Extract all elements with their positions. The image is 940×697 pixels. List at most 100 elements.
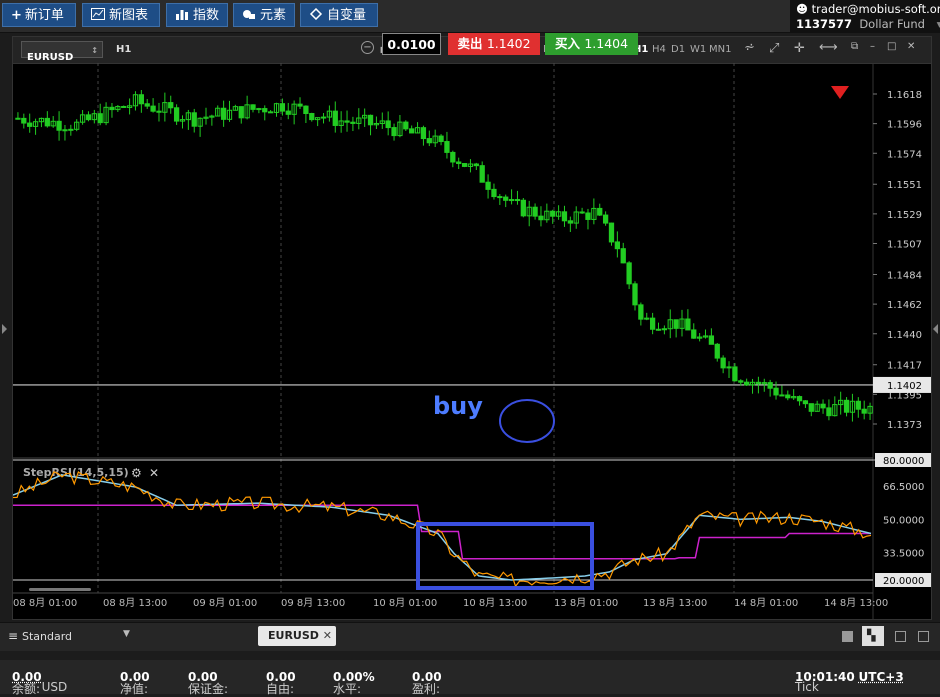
- lot-input[interactable]: 0.0100: [382, 33, 441, 55]
- account-user: ☻ trader@mobius-soft.org: [796, 2, 940, 16]
- candle-body: [351, 122, 355, 123]
- candle-body: [827, 408, 831, 416]
- candle-body: [392, 128, 396, 136]
- timezone[interactable]: UTC+3: [859, 670, 904, 684]
- time-tick-label: 14 8月 01:00: [734, 597, 798, 609]
- variables-button[interactable]: 自变量: [300, 3, 378, 27]
- zoom-out-icon[interactable]: −: [361, 41, 374, 54]
- new-order-label: 新订单: [25, 8, 64, 23]
- sell-button[interactable]: 卖出 1.1402: [448, 33, 540, 55]
- currency: USD: [42, 680, 68, 694]
- time-tick-label: 13 8月 13:00: [643, 597, 707, 609]
- time-tick-label: 13 8月 01:00: [554, 597, 618, 609]
- price-tick-label: 1.1484: [887, 270, 922, 281]
- account-panel[interactable]: ☻ trader@mobius-soft.org 1137577 Dollar …: [790, 0, 940, 32]
- measure-icon[interactable]: ⟷: [819, 40, 838, 55]
- elements-button[interactable]: 元素: [233, 3, 295, 27]
- candle-body: [656, 329, 660, 330]
- layout-select[interactable]: Standard: [22, 630, 72, 643]
- price-tick-label: 1.1507: [887, 240, 922, 251]
- new-chart-label: 新图表: [109, 8, 148, 23]
- candle-body: [733, 367, 737, 381]
- draw-line-icon[interactable]: ⤢: [769, 41, 779, 56]
- current-price-label: 1.1402: [887, 381, 922, 392]
- indicator-list-icon[interactable]: ⩫: [744, 40, 755, 55]
- account-id-row: 1137577 Dollar Fund ▾: [796, 17, 940, 31]
- close-icon[interactable]: ✕: [907, 41, 915, 52]
- candle-body: [821, 404, 825, 408]
- sell-label: 卖出: [457, 36, 482, 51]
- candle-body: [809, 404, 813, 412]
- profit-label: 盈利:: [412, 680, 440, 697]
- level-label: 水平:: [333, 680, 361, 697]
- candle-body: [86, 115, 90, 120]
- indicators-button[interactable]: 指数: [166, 3, 228, 27]
- tab-eurusd[interactable]: EURUSD ✕: [258, 626, 336, 646]
- candle-body: [263, 109, 267, 112]
- candle-body: [321, 117, 325, 118]
- candle-body: [551, 211, 555, 216]
- close-tab-icon[interactable]: ✕: [323, 626, 332, 646]
- chevron-down-icon[interactable]: ▾: [937, 17, 940, 31]
- buy-annotation: buy: [433, 392, 483, 420]
- right-collapse-icon[interactable]: [933, 324, 938, 334]
- candle-body: [16, 118, 20, 119]
- price-tick-label: 1.1574: [887, 149, 922, 160]
- chart-canvas[interactable]: 1.1618 1.1596 1.1574 1.1551 1.1529 1.1507 1.14…: [13, 63, 931, 619]
- tab-timeframe-d1[interactable]: D1: [671, 44, 685, 55]
- candle-body: [462, 164, 466, 167]
- candle-body: [862, 409, 866, 413]
- user-icon: ☻: [796, 2, 808, 16]
- candle-body: [45, 118, 49, 126]
- layout-grid-icon[interactable]: ▚: [862, 626, 884, 646]
- chevron-down-icon[interactable]: ▼: [123, 629, 130, 639]
- alert-marker-icon[interactable]: [831, 86, 849, 99]
- candle-body: [480, 166, 484, 183]
- candle-body: [568, 221, 572, 223]
- candle-body: [421, 128, 425, 139]
- candle-body: [110, 107, 114, 109]
- indicators-label: 指数: [193, 8, 219, 23]
- tab-timeframe-h4[interactable]: H4: [652, 44, 666, 55]
- candle-body: [498, 197, 502, 198]
- layout-rows-icon[interactable]: [918, 631, 929, 642]
- maximize-icon[interactable]: □: [887, 41, 896, 52]
- layout-single-icon[interactable]: [842, 631, 853, 642]
- candle-body: [615, 242, 619, 249]
- left-collapse-icon[interactable]: [2, 324, 7, 334]
- time-tick-label: 10 8月 01:00: [373, 597, 437, 609]
- candle-body: [509, 200, 513, 201]
- candle-body: [122, 106, 126, 107]
- buy-label: 买入: [555, 36, 580, 51]
- candle-body: [445, 142, 449, 153]
- candle-body: [609, 223, 613, 242]
- candle-body: [580, 212, 584, 213]
- candle-body: [515, 200, 519, 201]
- minimize-icon[interactable]: –: [870, 41, 875, 52]
- detach-icon[interactable]: ⧉: [851, 41, 858, 52]
- candle-body: [251, 105, 255, 110]
- crosshair-icon[interactable]: ✛: [794, 41, 805, 56]
- candle-body: [768, 383, 772, 389]
- margin: 保证金: 0.00: [188, 670, 218, 684]
- candle-body: [98, 114, 102, 123]
- indicator-settings-icon[interactable]: ⚙: [131, 466, 142, 480]
- layout-columns-icon[interactable]: [895, 631, 906, 642]
- candle-body: [69, 129, 73, 130]
- buy-button[interactable]: 买入 1.1404: [545, 33, 638, 55]
- candle-body: [451, 152, 455, 162]
- tab-timeframe-mn1[interactable]: MN1: [709, 44, 731, 55]
- new-chart-button[interactable]: 新图表: [82, 3, 160, 27]
- tab-timeframe-w1[interactable]: W1: [690, 44, 706, 55]
- horizontal-scrollbar[interactable]: [29, 588, 91, 591]
- symbol-selector[interactable]: EURUSD ↕: [21, 41, 103, 58]
- candle-body: [621, 249, 625, 263]
- indicator-close-icon[interactable]: ✕: [149, 466, 159, 480]
- new-order-button[interactable]: + 新订单: [2, 3, 76, 27]
- candle-body: [368, 115, 372, 124]
- candle-body: [474, 164, 478, 166]
- menu-icon[interactable]: ≡: [8, 629, 18, 643]
- candle-body: [521, 200, 525, 216]
- rsi-tick-label: 66.5000: [883, 482, 924, 493]
- price-tick-label: 1.1596: [887, 120, 922, 131]
